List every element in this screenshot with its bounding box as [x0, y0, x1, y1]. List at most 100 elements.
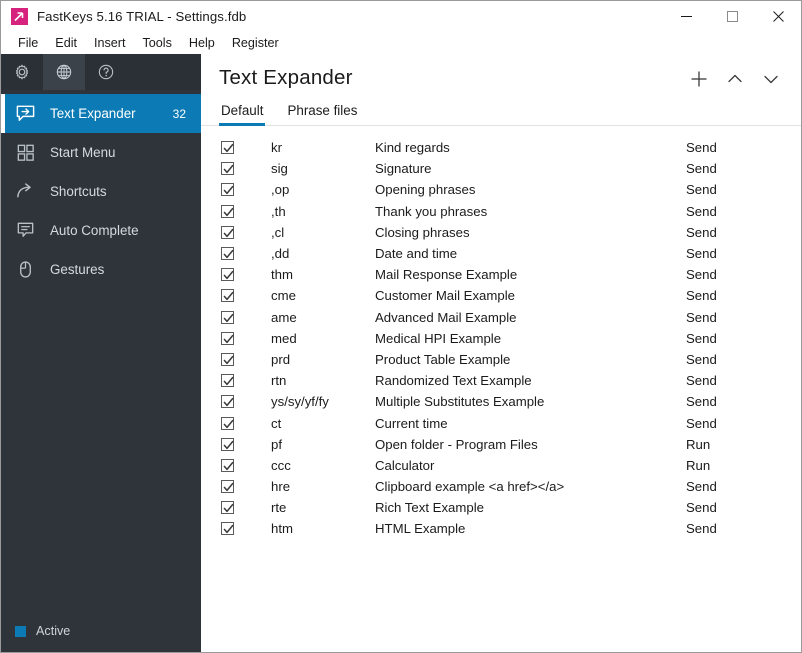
move-down-button[interactable] — [755, 64, 787, 94]
globe-language-button[interactable] — [43, 54, 85, 90]
sidebar-item-auto-complete[interactable]: Auto Complete — [1, 211, 201, 250]
row-description: Thank you phrases — [375, 203, 488, 219]
row-action: Send — [686, 267, 717, 283]
sidebar-item-label: Gestures — [50, 262, 105, 277]
chevron-down-icon — [762, 70, 780, 88]
add-button[interactable] — [683, 64, 715, 94]
row-abbreviation: thm — [271, 267, 293, 283]
row-enabled-checkbox[interactable] — [221, 480, 234, 494]
table-row[interactable]: sig Signature Send — [201, 158, 801, 179]
row-enabled-checkbox[interactable] — [221, 501, 234, 515]
row-enabled-checkbox[interactable] — [221, 458, 234, 472]
row-description: Multiple Substitutes Example — [375, 394, 545, 410]
help-button[interactable] — [85, 54, 127, 90]
text-expander-icon — [15, 103, 39, 124]
settings-gear-button[interactable] — [1, 54, 43, 90]
mouse-icon — [15, 259, 39, 280]
table-row[interactable]: pf Open folder - Program Files Run — [201, 434, 801, 455]
row-action: Send — [686, 203, 717, 219]
menu-item-insert[interactable]: Insert — [86, 34, 135, 52]
table-row[interactable]: ,th Thank you phrases Send — [201, 201, 801, 222]
row-enabled-checkbox[interactable] — [221, 374, 234, 388]
chevron-up-icon — [726, 70, 744, 88]
tab-default[interactable]: Default — [219, 100, 266, 126]
table-row[interactable]: thm Mail Response Example Send — [201, 264, 801, 285]
plus-icon — [690, 70, 708, 88]
minimize-button[interactable] — [663, 1, 709, 32]
table-row[interactable]: ,dd Date and time Send — [201, 243, 801, 264]
menu-item-edit[interactable]: Edit — [47, 34, 86, 52]
table-row[interactable]: hre Clipboard example <a href></a> Send — [201, 476, 801, 497]
maximize-button[interactable] — [709, 1, 755, 32]
sidebar: Text Expander 32 Start Menu Shortcuts Au… — [1, 54, 201, 652]
sidebar-nav: Text Expander 32 Start Menu Shortcuts Au… — [1, 90, 201, 289]
row-enabled-checkbox[interactable] — [221, 310, 234, 324]
table-row[interactable]: prd Product Table Example Send — [201, 349, 801, 370]
sidebar-item-gestures[interactable]: Gestures — [1, 250, 201, 289]
table-row[interactable]: kr Kind regards Send — [201, 137, 801, 158]
menu-item-file[interactable]: File — [10, 34, 47, 52]
row-description: Kind regards — [375, 140, 450, 156]
table-row[interactable]: cme Customer Mail Example Send — [201, 285, 801, 306]
row-enabled-checkbox[interactable] — [221, 204, 234, 218]
content-header: Text Expander — [201, 54, 801, 90]
table-row[interactable]: htm HTML Example Send — [201, 518, 801, 539]
row-abbreviation: ccc — [271, 457, 291, 473]
table-row[interactable]: ccc Calculator Run — [201, 455, 801, 476]
row-abbreviation: htm — [271, 521, 293, 537]
row-abbreviation: hre — [271, 479, 291, 495]
row-action: Send — [686, 415, 717, 431]
tab-bar: Default Phrase files — [201, 100, 801, 126]
table-row[interactable]: rte Rich Text Example Send — [201, 497, 801, 518]
close-button[interactable] — [755, 1, 801, 32]
table-row[interactable]: ,op Opening phrases Send — [201, 179, 801, 200]
table-row[interactable]: med Medical HPI Example Send — [201, 328, 801, 349]
menu-item-register[interactable]: Register — [224, 34, 288, 52]
row-enabled-checkbox[interactable] — [221, 247, 234, 261]
sidebar-item-shortcuts[interactable]: Shortcuts — [1, 172, 201, 211]
move-up-button[interactable] — [719, 64, 751, 94]
row-enabled-checkbox[interactable] — [221, 289, 234, 303]
row-enabled-checkbox[interactable] — [221, 395, 234, 409]
sidebar-item-start-menu[interactable]: Start Menu — [1, 133, 201, 172]
row-abbreviation: med — [271, 330, 297, 346]
row-enabled-checkbox[interactable] — [221, 268, 234, 282]
table-row[interactable]: ame Advanced Mail Example Send — [201, 307, 801, 328]
table-row[interactable]: rtn Randomized Text Example Send — [201, 370, 801, 391]
row-enabled-checkbox[interactable] — [221, 183, 234, 197]
row-description: Mail Response Example — [375, 267, 518, 283]
menu-item-help[interactable]: Help — [181, 34, 224, 52]
table-row[interactable]: ,cl Closing phrases Send — [201, 222, 801, 243]
row-enabled-checkbox[interactable] — [221, 352, 234, 366]
row-action: Send — [686, 161, 717, 177]
row-description: Closing phrases — [375, 224, 470, 240]
row-enabled-checkbox[interactable] — [221, 437, 234, 451]
tab-phrase-files[interactable]: Phrase files — [285, 100, 359, 125]
row-enabled-checkbox[interactable] — [221, 522, 234, 536]
table-row[interactable]: ys/sy/yf/fy Multiple Substitutes Example S… — [201, 391, 801, 412]
row-abbreviation: sig — [271, 161, 288, 177]
row-action: Send — [686, 246, 717, 262]
row-description: Current time — [375, 415, 448, 431]
row-action: Send — [686, 351, 717, 367]
table-row[interactable]: ct Current time Send — [201, 412, 801, 433]
row-enabled-checkbox[interactable] — [221, 141, 234, 155]
row-description: Open folder - Program Files — [375, 436, 538, 452]
content-panel: Text Expander Default Phrase files kr Ki… — [201, 54, 801, 652]
row-action: Send — [686, 521, 717, 537]
status-bar[interactable]: Active — [1, 610, 201, 652]
gear-icon — [13, 63, 31, 81]
row-enabled-checkbox[interactable] — [221, 416, 234, 430]
row-abbreviation: rtn — [271, 373, 287, 389]
row-abbreviation: ame — [271, 309, 297, 325]
row-enabled-checkbox[interactable] — [221, 162, 234, 176]
row-enabled-checkbox[interactable] — [221, 331, 234, 345]
title-bar: FastKeys 5.16 TRIAL - Settings.fdb — [1, 1, 801, 32]
header-actions — [683, 64, 787, 94]
row-abbreviation: ys/sy/yf/fy — [271, 394, 329, 410]
sidebar-item-text-expander[interactable]: Text Expander 32 — [1, 94, 201, 133]
menu-item-tools[interactable]: Tools — [135, 34, 181, 52]
row-action: Run — [686, 457, 711, 473]
row-enabled-checkbox[interactable] — [221, 225, 234, 239]
status-label: Active — [36, 624, 71, 638]
